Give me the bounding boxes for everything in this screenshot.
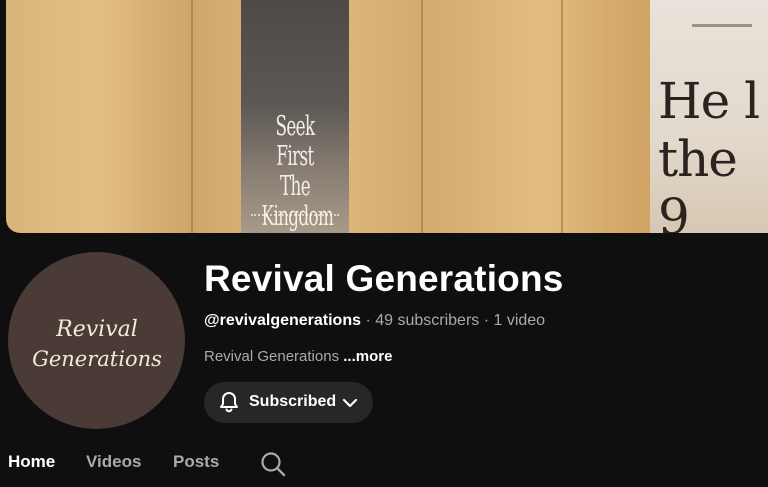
channel-handle: @revivalgenerations	[204, 312, 361, 329]
banner-poster-caption	[251, 214, 339, 222]
channel-logo-line1: Revival	[55, 317, 138, 342]
subscribed-button[interactable]: Subscribed	[204, 382, 373, 423]
bell-icon	[220, 392, 238, 413]
meta-separator: ·	[479, 312, 494, 329]
banner-plank-line	[561, 0, 563, 233]
tab-videos[interactable]: Videos	[86, 452, 141, 472]
more-link[interactable]: ...more	[343, 348, 392, 365]
banner-poster-seek-first: Seek First The Kingdom	[241, 0, 349, 233]
subscribed-label: Subscribed	[249, 393, 337, 410]
banner-poster-right: He l the 9 find	[650, 0, 768, 233]
channel-avatar[interactable]: Revival Generations	[8, 252, 185, 429]
chevron-down-icon	[342, 398, 358, 408]
channel-description[interactable]: Revival Generations ...more	[204, 348, 392, 365]
banner-poster-right-caption	[692, 24, 752, 27]
channel-logo: Revival Generations	[32, 317, 162, 371]
banner-plank-line	[191, 0, 193, 233]
tab-home[interactable]: Home	[8, 452, 55, 472]
banner-poster-right-title: He l the 9 find	[658, 72, 760, 233]
channel-meta: @revivalgenerations · 49 subscribers · 1…	[204, 312, 545, 330]
subscriber-count: 49 subscribers	[375, 312, 480, 329]
channel-logo-line2: Generations	[32, 347, 162, 371]
search-icon[interactable]	[259, 450, 287, 478]
channel-title: Revival Generations	[204, 258, 564, 299]
meta-separator: ·	[361, 312, 376, 329]
description-text: Revival Generations	[204, 348, 340, 365]
tab-posts[interactable]: Posts	[173, 452, 219, 472]
channel-banner: Seek First The Kingdom He l the 9 find	[6, 0, 768, 233]
video-count: 1 video	[493, 312, 546, 329]
banner-plank-line	[421, 0, 423, 233]
